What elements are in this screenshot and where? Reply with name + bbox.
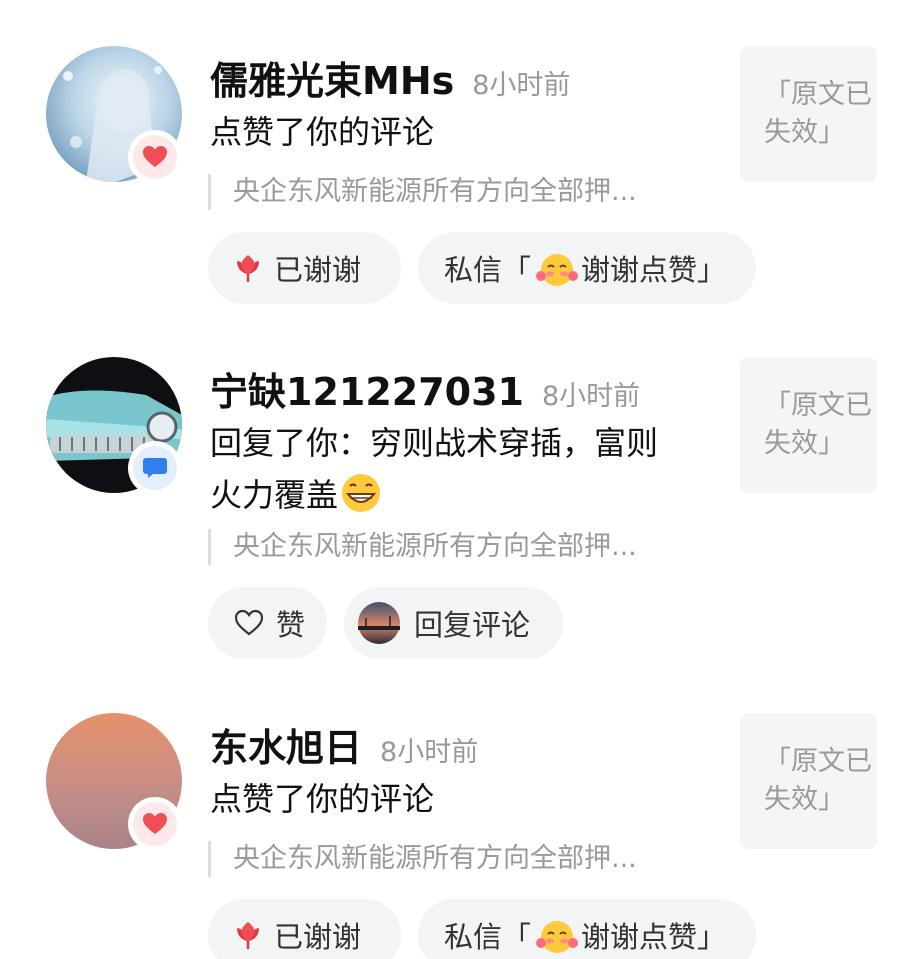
original-post-thumbnail[interactable]: 「原文已 失效」 bbox=[740, 713, 877, 849]
name-row: 宁缺121227031 8小时前 bbox=[210, 361, 640, 416]
timestamp: 8小时前 bbox=[380, 737, 479, 768]
grin-emoji-icon bbox=[338, 472, 384, 529]
private-message-prefix: 私信「 bbox=[444, 253, 532, 287]
reply-badge bbox=[128, 441, 182, 495]
name-row: 东水旭日 8小时前 bbox=[210, 717, 478, 772]
reply-text: 回复了你：穷则战术穿插，富则火力覆盖 bbox=[210, 424, 659, 514]
quoted-comment[interactable]: 央企东风新能源所有方向全部押... bbox=[208, 529, 703, 565]
notification-item: 儒雅光束MHs 8小时前 点赞了你的评论 央企东风新能源所有方向全部押... 已… bbox=[0, 46, 918, 306]
thanked-label: 已谢谢 bbox=[274, 253, 362, 287]
thumbnail-text-line2: 失效」 bbox=[764, 428, 845, 459]
heart-icon bbox=[143, 146, 167, 167]
notification-item: 宁缺121227031 8小时前 回复了你：穷则战术穿插，富则火力覆盖 央企东风… bbox=[0, 357, 918, 667]
reply-comment-button[interactable]: 回复评论 bbox=[344, 587, 563, 659]
original-post-thumbnail[interactable]: 「原文已 失效」 bbox=[740, 46, 877, 182]
like-badge bbox=[128, 797, 182, 851]
heart-icon bbox=[143, 813, 167, 834]
quoted-comment[interactable]: 央企东风新能源所有方向全部押... bbox=[208, 174, 703, 210]
my-avatar-icon bbox=[358, 602, 400, 644]
notification-text: 回复了你：穷则战术穿插，富则火力覆盖 bbox=[210, 417, 680, 529]
timestamp: 8小时前 bbox=[541, 381, 641, 412]
quoted-comment[interactable]: 央企东风新能源所有方向全部押... bbox=[208, 841, 703, 877]
timestamp: 8小时前 bbox=[472, 70, 571, 101]
thumbnail-text-line1: 「原文已 bbox=[764, 746, 872, 777]
thanked-label: 已谢谢 bbox=[274, 920, 362, 954]
thumbnail-text-line2: 失效」 bbox=[764, 117, 845, 148]
private-message-label: 谢谢点赞」 bbox=[581, 253, 727, 287]
notification-feed: 儒雅光束MHs 8小时前 点赞了你的评论 央企东风新能源所有方向全部押... 已… bbox=[0, 0, 918, 959]
thumbnail-text-line2: 失效」 bbox=[764, 784, 845, 815]
thumbnail-text-line1: 「原文已 bbox=[764, 79, 872, 110]
private-message-label: 谢谢点赞」 bbox=[581, 920, 727, 954]
notification-text: 点赞了你的评论 bbox=[210, 780, 435, 818]
flower-icon bbox=[234, 253, 262, 283]
reply-comment-label: 回复评论 bbox=[414, 608, 531, 642]
heart-outline-icon bbox=[234, 609, 264, 637]
chat-bubble-icon bbox=[143, 458, 167, 478]
private-message-button[interactable]: 私信「 谢谢点赞」 bbox=[418, 232, 756, 304]
thanked-button[interactable]: 已谢谢 bbox=[208, 899, 401, 959]
username[interactable]: 儒雅光束MHs bbox=[210, 50, 454, 105]
username[interactable]: 宁缺121227031 bbox=[210, 361, 524, 416]
original-post-thumbnail[interactable]: 「原文已 失效」 bbox=[740, 357, 877, 493]
private-message-button[interactable]: 私信「 谢谢点赞」 bbox=[418, 899, 756, 959]
notification-item: 东水旭日 8小时前 点赞了你的评论 央企东风新能源所有方向全部押... 已谢谢 … bbox=[0, 713, 918, 959]
private-message-prefix: 私信「 bbox=[444, 920, 532, 954]
like-label: 赞 bbox=[276, 608, 306, 642]
like-reply-button[interactable]: 赞 bbox=[208, 587, 327, 659]
notification-text: 点赞了你的评论 bbox=[210, 113, 435, 151]
blush-emoji-icon bbox=[535, 248, 579, 288]
thanked-button[interactable]: 已谢谢 bbox=[208, 232, 401, 304]
username[interactable]: 东水旭日 bbox=[210, 717, 362, 772]
like-badge bbox=[128, 130, 182, 184]
blush-emoji-icon bbox=[535, 915, 579, 955]
flower-icon bbox=[234, 920, 262, 950]
name-row: 儒雅光束MHs 8小时前 bbox=[210, 50, 570, 105]
thumbnail-text-line1: 「原文已 bbox=[764, 390, 872, 421]
